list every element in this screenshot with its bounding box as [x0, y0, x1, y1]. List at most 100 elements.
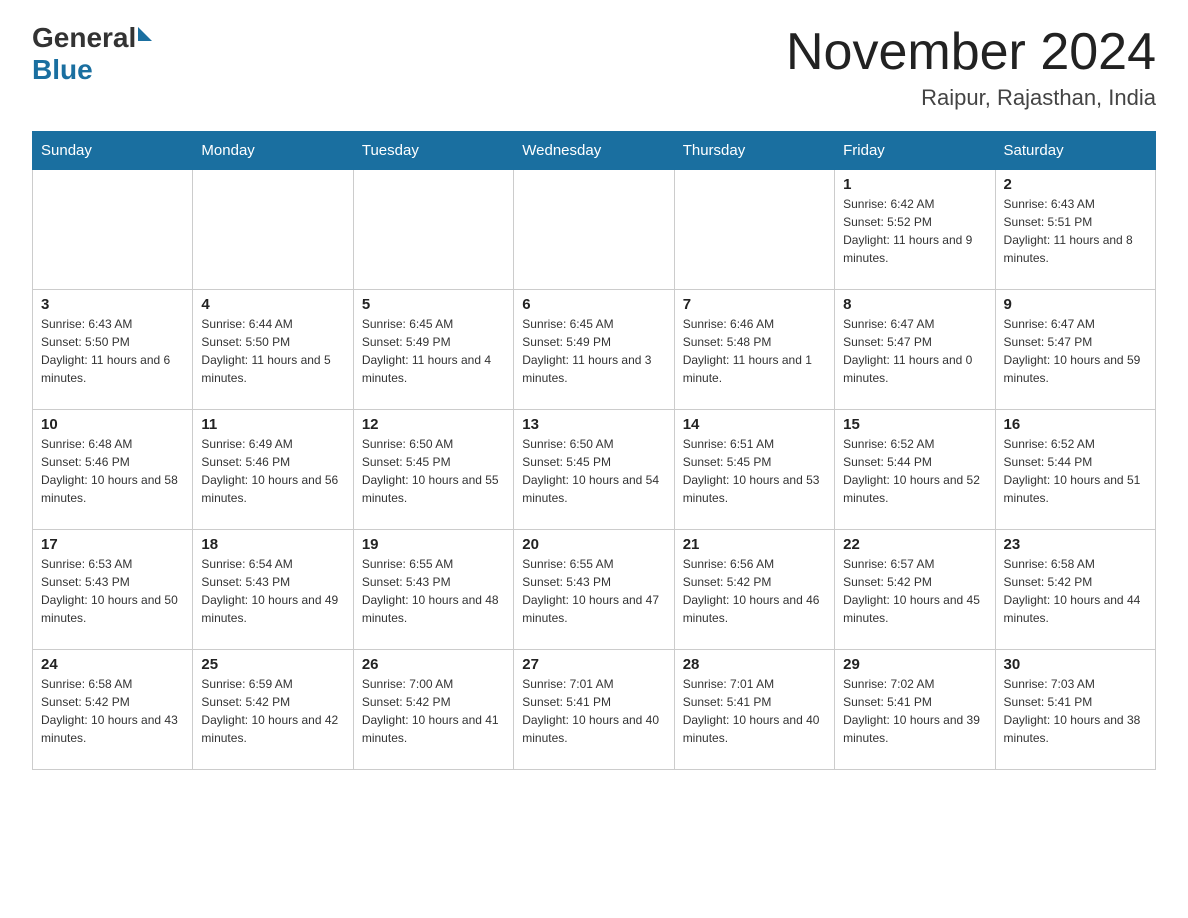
weekday-header-thursday: Thursday	[674, 132, 834, 170]
day-info: Sunrise: 7:01 AMSunset: 5:41 PMDaylight:…	[683, 675, 826, 747]
weekday-header-row: SundayMondayTuesdayWednesdayThursdayFrid…	[33, 132, 1156, 170]
day-info: Sunrise: 6:49 AMSunset: 5:46 PMDaylight:…	[201, 435, 344, 507]
calendar-cell: 23 Sunrise: 6:58 AMSunset: 5:42 PMDayligh…	[995, 530, 1155, 650]
day-info: Sunrise: 6:45 AMSunset: 5:49 PMDaylight:…	[362, 315, 505, 387]
calendar-cell	[514, 170, 674, 290]
day-number: 10	[41, 416, 184, 433]
logo-blue-text: Blue	[32, 54, 93, 85]
weekday-header-friday: Friday	[835, 132, 995, 170]
day-info: Sunrise: 6:50 AMSunset: 5:45 PMDaylight:…	[522, 435, 665, 507]
calendar-table: SundayMondayTuesdayWednesdayThursdayFrid…	[32, 131, 1156, 770]
calendar-cell: 28 Sunrise: 7:01 AMSunset: 5:41 PMDayligh…	[674, 650, 834, 770]
day-number: 23	[1004, 536, 1147, 553]
day-number: 16	[1004, 416, 1147, 433]
calendar-week-3: 10Sunrise: 6:48 AMSunset: 5:46 PMDayligh…	[33, 410, 1156, 530]
day-number: 30	[1004, 656, 1147, 673]
calendar-cell: 25 Sunrise: 6:59 AMSunset: 5:42 PMDayligh…	[193, 650, 353, 770]
day-info: Sunrise: 6:43 AMSunset: 5:50 PMDaylight:…	[41, 315, 184, 387]
location-title: Raipur, Rajasthan, India	[786, 85, 1156, 111]
calendar-cell: 16 Sunrise: 6:52 AMSunset: 5:44 PMDayligh…	[995, 410, 1155, 530]
day-number: 8	[843, 296, 986, 313]
day-number: 20	[522, 536, 665, 553]
calendar-cell: 4 Sunrise: 6:44 AMSunset: 5:50 PMDaylight…	[193, 290, 353, 410]
calendar-cell: 15 Sunrise: 6:52 AMSunset: 5:44 PMDayligh…	[835, 410, 995, 530]
day-number: 11	[201, 416, 344, 433]
calendar-cell: 1Sunrise: 6:42 AMSunset: 5:52 PMDaylight…	[835, 170, 995, 290]
logo-general-text: General	[32, 24, 136, 52]
logo-area: General Blue	[32, 24, 152, 86]
day-info: Sunrise: 6:56 AMSunset: 5:42 PMDaylight:…	[683, 555, 826, 627]
day-info: Sunrise: 6:58 AMSunset: 5:42 PMDaylight:…	[41, 675, 184, 747]
weekday-header-monday: Monday	[193, 132, 353, 170]
day-number: 18	[201, 536, 344, 553]
day-info: Sunrise: 6:50 AMSunset: 5:45 PMDaylight:…	[362, 435, 505, 507]
day-number: 28	[683, 656, 826, 673]
logo: General	[32, 24, 152, 52]
title-area: November 2024 Raipur, Rajasthan, India	[786, 24, 1156, 111]
day-number: 6	[522, 296, 665, 313]
calendar-cell: 3 Sunrise: 6:43 AMSunset: 5:50 PMDaylight…	[33, 290, 193, 410]
day-number: 14	[683, 416, 826, 433]
day-info: Sunrise: 6:55 AMSunset: 5:43 PMDaylight:…	[522, 555, 665, 627]
calendar-cell: 29 Sunrise: 7:02 AMSunset: 5:41 PMDayligh…	[835, 650, 995, 770]
calendar-cell: 24Sunrise: 6:58 AMSunset: 5:42 PMDayligh…	[33, 650, 193, 770]
day-number: 9	[1004, 296, 1147, 313]
day-info: Sunrise: 6:46 AMSunset: 5:48 PMDaylight:…	[683, 315, 826, 387]
calendar-cell: 13 Sunrise: 6:50 AMSunset: 5:45 PMDayligh…	[514, 410, 674, 530]
calendar-cell: 2Sunrise: 6:43 AMSunset: 5:51 PMDaylight…	[995, 170, 1155, 290]
calendar-cell: 6 Sunrise: 6:45 AMSunset: 5:49 PMDaylight…	[514, 290, 674, 410]
day-number: 29	[843, 656, 986, 673]
calendar-week-2: 3 Sunrise: 6:43 AMSunset: 5:50 PMDaylight…	[33, 290, 1156, 410]
calendar-cell	[33, 170, 193, 290]
calendar-cell: 9 Sunrise: 6:47 AMSunset: 5:47 PMDaylight…	[995, 290, 1155, 410]
calendar-cell: 21 Sunrise: 6:56 AMSunset: 5:42 PMDayligh…	[674, 530, 834, 650]
calendar-week-5: 24Sunrise: 6:58 AMSunset: 5:42 PMDayligh…	[33, 650, 1156, 770]
weekday-header-wednesday: Wednesday	[514, 132, 674, 170]
day-number: 12	[362, 416, 505, 433]
calendar-cell: 22Sunrise: 6:57 AMSunset: 5:42 PMDayligh…	[835, 530, 995, 650]
day-info: Sunrise: 7:00 AMSunset: 5:42 PMDaylight:…	[362, 675, 505, 747]
day-info: Sunrise: 7:01 AMSunset: 5:41 PMDaylight:…	[522, 675, 665, 747]
calendar-cell: 18 Sunrise: 6:54 AMSunset: 5:43 PMDayligh…	[193, 530, 353, 650]
day-info: Sunrise: 6:45 AMSunset: 5:49 PMDaylight:…	[522, 315, 665, 387]
day-info: Sunrise: 6:55 AMSunset: 5:43 PMDaylight:…	[362, 555, 505, 627]
day-number: 7	[683, 296, 826, 313]
calendar-cell: 19 Sunrise: 6:55 AMSunset: 5:43 PMDayligh…	[353, 530, 513, 650]
day-number: 25	[201, 656, 344, 673]
day-number: 17	[41, 536, 184, 553]
day-info: Sunrise: 6:51 AMSunset: 5:45 PMDaylight:…	[683, 435, 826, 507]
calendar-cell: 12 Sunrise: 6:50 AMSunset: 5:45 PMDayligh…	[353, 410, 513, 530]
day-info: Sunrise: 6:57 AMSunset: 5:42 PMDaylight:…	[843, 555, 986, 627]
calendar-cell: 11 Sunrise: 6:49 AMSunset: 5:46 PMDayligh…	[193, 410, 353, 530]
calendar-cell: 17Sunrise: 6:53 AMSunset: 5:43 PMDayligh…	[33, 530, 193, 650]
calendar-week-4: 17Sunrise: 6:53 AMSunset: 5:43 PMDayligh…	[33, 530, 1156, 650]
day-number: 4	[201, 296, 344, 313]
day-number: 5	[362, 296, 505, 313]
logo-arrow-icon	[138, 27, 152, 41]
calendar-cell: 26Sunrise: 7:00 AMSunset: 5:42 PMDayligh…	[353, 650, 513, 770]
day-info: Sunrise: 6:52 AMSunset: 5:44 PMDaylight:…	[1004, 435, 1147, 507]
day-number: 19	[362, 536, 505, 553]
weekday-header-sunday: Sunday	[33, 132, 193, 170]
month-title: November 2024	[786, 24, 1156, 81]
day-info: Sunrise: 6:59 AMSunset: 5:42 PMDaylight:…	[201, 675, 344, 747]
day-number: 13	[522, 416, 665, 433]
day-info: Sunrise: 6:47 AMSunset: 5:47 PMDaylight:…	[1004, 315, 1147, 387]
day-info: Sunrise: 6:54 AMSunset: 5:43 PMDaylight:…	[201, 555, 344, 627]
day-number: 3	[41, 296, 184, 313]
calendar-cell: 7 Sunrise: 6:46 AMSunset: 5:48 PMDaylight…	[674, 290, 834, 410]
day-info: Sunrise: 7:03 AMSunset: 5:41 PMDaylight:…	[1004, 675, 1147, 747]
day-info: Sunrise: 6:58 AMSunset: 5:42 PMDaylight:…	[1004, 555, 1147, 627]
calendar-cell	[674, 170, 834, 290]
day-info: Sunrise: 6:52 AMSunset: 5:44 PMDaylight:…	[843, 435, 986, 507]
day-number: 21	[683, 536, 826, 553]
calendar-cell: 30 Sunrise: 7:03 AMSunset: 5:41 PMDayligh…	[995, 650, 1155, 770]
calendar-cell: 27Sunrise: 7:01 AMSunset: 5:41 PMDayligh…	[514, 650, 674, 770]
day-info: Sunrise: 7:02 AMSunset: 5:41 PMDaylight:…	[843, 675, 986, 747]
day-info: Sunrise: 6:44 AMSunset: 5:50 PMDaylight:…	[201, 315, 344, 387]
weekday-header-tuesday: Tuesday	[353, 132, 513, 170]
calendar-cell: 20 Sunrise: 6:55 AMSunset: 5:43 PMDayligh…	[514, 530, 674, 650]
weekday-header-saturday: Saturday	[995, 132, 1155, 170]
day-number: 15	[843, 416, 986, 433]
calendar-cell	[353, 170, 513, 290]
